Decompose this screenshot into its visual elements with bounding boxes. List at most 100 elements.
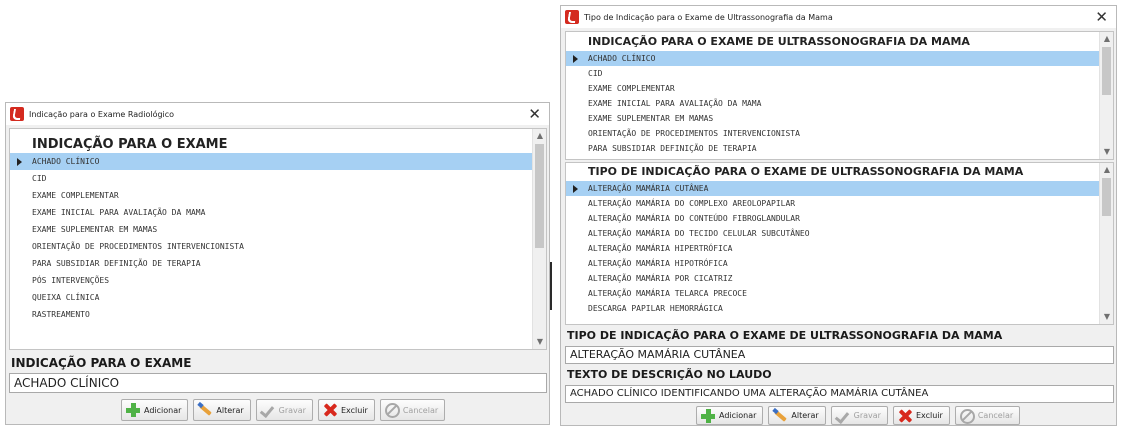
delete-button-label: Excluir <box>340 405 368 415</box>
list-item-label: PÓS INTERVENÇÕES <box>32 276 110 285</box>
list-item-label: ORIENTAÇÃO DE PROCEDIMENTOS INTERVENCION… <box>32 242 244 251</box>
scroll-down-icon[interactable]: ▼ <box>533 335 547 349</box>
cancel-button[interactable]: Cancelar <box>379 399 446 421</box>
scroll-up-icon[interactable]: ▲ <box>1100 32 1114 46</box>
plus-icon <box>700 408 716 424</box>
list-item[interactable]: ACHADO CLÍNICO <box>10 153 532 170</box>
list-scrollbar[interactable]: ▲ ▼ <box>532 129 546 349</box>
delete-button[interactable]: Excluir <box>317 399 375 421</box>
pencil-icon <box>772 408 788 424</box>
row-selector-icon <box>573 184 578 193</box>
cancel-icon <box>959 408 975 424</box>
save-button[interactable]: Gravar <box>255 399 313 421</box>
indication-type-field[interactable]: ALTERAÇÃO MAMÁRIA CUTÂNEA <box>565 346 1114 364</box>
list-item[interactable]: ALTERAÇÃO MAMÁRIA HIPERTRÓFICA <box>566 241 1099 256</box>
add-button-label: Adicionar <box>144 405 182 415</box>
indication-list: INDICAÇÃO PARA O EXAME DE ULTRASSONOGRAF… <box>565 31 1114 160</box>
list-item-label: QUEIXA CLÍNICA <box>32 293 100 302</box>
scroll-down-icon[interactable]: ▼ <box>1100 310 1114 324</box>
report-description-field[interactable]: ACHADO CLÍNICO IDENTIFICANDO UMA ALTERAÇ… <box>565 385 1114 403</box>
title-bar: Tipo de Indicação para o Exame de Ultras… <box>561 6 1116 28</box>
list-item[interactable]: CID <box>10 170 532 187</box>
list-rows: ACHADO CLÍNICO CID EXAME COMPLEMENTAR EXAME… <box>566 51 1099 156</box>
list-item[interactable]: EXAME INICIAL PARA AVALIAÇÃO DA MAMA <box>10 204 532 221</box>
list-item[interactable]: EXAME INICIAL PARA AVALIAÇÃO DA MAMA <box>566 96 1099 111</box>
list-item[interactable]: ALTERAÇÃO MAMÁRIA DO COMPLEXO AREOLOPAPI… <box>566 196 1099 211</box>
list-item-label: EXAME COMPLEMENTAR <box>588 84 675 93</box>
list-item-label: PARA SUBSIDIAR DEFINIÇÃO DE TERAPIA <box>588 144 757 153</box>
list-item-label: EXAME COMPLEMENTAR <box>32 191 119 200</box>
delete-button-label: Excluir <box>915 411 943 420</box>
list-item[interactable]: ORIENTAÇÃO DE PROCEDIMENTOS INTERVENCION… <box>10 238 532 255</box>
list-item[interactable]: DESCARGA PAPILAR HEMORRÁGICA <box>566 301 1099 316</box>
save-button-label: Gravar <box>853 411 881 420</box>
close-icon[interactable]: ✕ <box>1095 8 1108 26</box>
list-item[interactable]: EXAME COMPLEMENTAR <box>566 81 1099 96</box>
list-item[interactable]: QUEIXA CLÍNICA <box>10 289 532 306</box>
close-icon[interactable]: ✕ <box>528 105 541 123</box>
scroll-up-icon[interactable]: ▲ <box>533 129 547 143</box>
add-button-label: Adicionar <box>719 411 757 420</box>
list-item[interactable]: ALTERAÇÃO MAMÁRIA POR CICATRIZ <box>566 271 1099 286</box>
list-item-label: EXAME INICIAL PARA AVALIAÇÃO DA MAMA <box>588 99 762 108</box>
scroll-thumb[interactable] <box>535 144 544 248</box>
list-item[interactable]: ALTERAÇÃO MAMÁRIA DO TECIDO CELULAR SUBC… <box>566 226 1099 241</box>
scroll-up-icon[interactable]: ▲ <box>1100 163 1114 177</box>
app-icon <box>565 10 579 24</box>
list-item[interactable]: PARA SUBSIDIAR DEFINIÇÃO DE TERAPIA <box>566 141 1099 156</box>
list-item[interactable]: ALTERAÇÃO MAMÁRIA TELARCA PRECOCE <box>566 286 1099 301</box>
list-header: INDICAÇÃO PARA O EXAME <box>32 137 228 152</box>
row-selector-icon <box>17 157 22 166</box>
list-item[interactable]: CID <box>566 66 1099 81</box>
add-button[interactable]: Adicionar <box>696 406 764 425</box>
scroll-thumb[interactable] <box>1102 178 1111 216</box>
list-item[interactable]: EXAME SUPLEMENTAR EM MAMAS <box>10 221 532 238</box>
cancel-button[interactable]: Cancelar <box>954 406 1021 425</box>
add-button[interactable]: Adicionar <box>121 399 189 421</box>
save-button-label: Gravar <box>278 405 306 415</box>
list-item[interactable]: ACHADO CLÍNICO <box>566 51 1099 66</box>
cancel-icon <box>384 402 400 418</box>
delete-x-icon <box>322 402 338 418</box>
list-item-label: ALTERAÇÃO MAMÁRIA HIPERTRÓFICA <box>588 244 733 253</box>
cancel-button-label: Cancelar <box>402 405 439 415</box>
list-scrollbar[interactable]: ▲ ▼ <box>1099 163 1113 324</box>
delete-button[interactable]: Excluir <box>892 406 950 425</box>
list-item-label: ALTERAÇÃO MAMÁRIA DO TECIDO CELULAR SUBC… <box>588 229 810 238</box>
edit-button[interactable]: Alterar <box>768 406 826 425</box>
list-item-label: ALTERAÇÃO MAMÁRIA DO COMPLEXO AREOLOPAPI… <box>588 199 796 208</box>
list-item[interactable]: PÓS INTERVENÇÕES <box>10 272 532 289</box>
list-item[interactable]: PARA SUBSIDIAR DEFINIÇÃO DE TERAPIA <box>10 255 532 272</box>
save-button[interactable]: Gravar <box>830 406 888 425</box>
list-item-label: ALTERAÇÃO MAMÁRIA HIPOTRÓFICA <box>588 259 728 268</box>
indication-type-list: TIPO DE INDICAÇÃO PARA O EXAME DE ULTRAS… <box>565 162 1114 325</box>
action-toolbar: Adicionar Alterar Gravar Excluir Cancela… <box>121 399 446 421</box>
list-item[interactable]: EXAME SUPLEMENTAR EM MAMAS <box>566 111 1099 126</box>
list-item-label: ACHADO CLÍNICO <box>32 157 100 166</box>
list-item-label: EXAME SUPLEMENTAR EM MAMAS <box>32 225 158 234</box>
edit-button[interactable]: Alterar <box>193 399 251 421</box>
list-item[interactable]: ALTERAÇÃO MAMÁRIA CUTÂNEA <box>566 181 1099 196</box>
list-item[interactable]: RASTREAMENTO <box>10 306 532 323</box>
scroll-thumb[interactable] <box>1102 47 1111 95</box>
list-item-label: EXAME SUPLEMENTAR EM MAMAS <box>588 114 714 123</box>
edit-button-label: Alterar <box>216 405 244 415</box>
scroll-down-icon[interactable]: ▼ <box>1100 145 1114 159</box>
list-item-label: ACHADO CLÍNICO <box>588 54 656 63</box>
list-item[interactable]: ALTERAÇÃO MAMÁRIA HIPOTRÓFICA <box>566 256 1099 271</box>
list-item-label: DESCARGA PAPILAR HEMORRÁGICA <box>588 304 723 313</box>
row-selector-icon <box>573 54 578 63</box>
delete-x-icon <box>897 408 913 424</box>
background-divider <box>550 262 552 310</box>
check-icon <box>835 408 851 424</box>
list-item-label: ALTERAÇÃO MAMÁRIA POR CICATRIZ <box>588 274 733 283</box>
list-item[interactable]: EXAME COMPLEMENTAR <box>10 187 532 204</box>
indication-field-label: INDICAÇÃO PARA O EXAME <box>11 356 192 370</box>
list-item-label: PARA SUBSIDIAR DEFINIÇÃO DE TERAPIA <box>32 259 201 268</box>
plus-icon <box>125 402 141 418</box>
list-item[interactable]: ORIENTAÇÃO DE PROCEDIMENTOS INTERVENCION… <box>566 126 1099 141</box>
list-item[interactable]: ALTERAÇÃO MAMÁRIA DO CONTEÚDO FIBROGLAND… <box>566 211 1099 226</box>
window-title: Indicação para o Exame Radiológico <box>29 109 175 119</box>
indication-field[interactable]: ACHADO CLÍNICO <box>9 373 547 393</box>
list-scrollbar[interactable]: ▲ ▼ <box>1099 32 1113 159</box>
